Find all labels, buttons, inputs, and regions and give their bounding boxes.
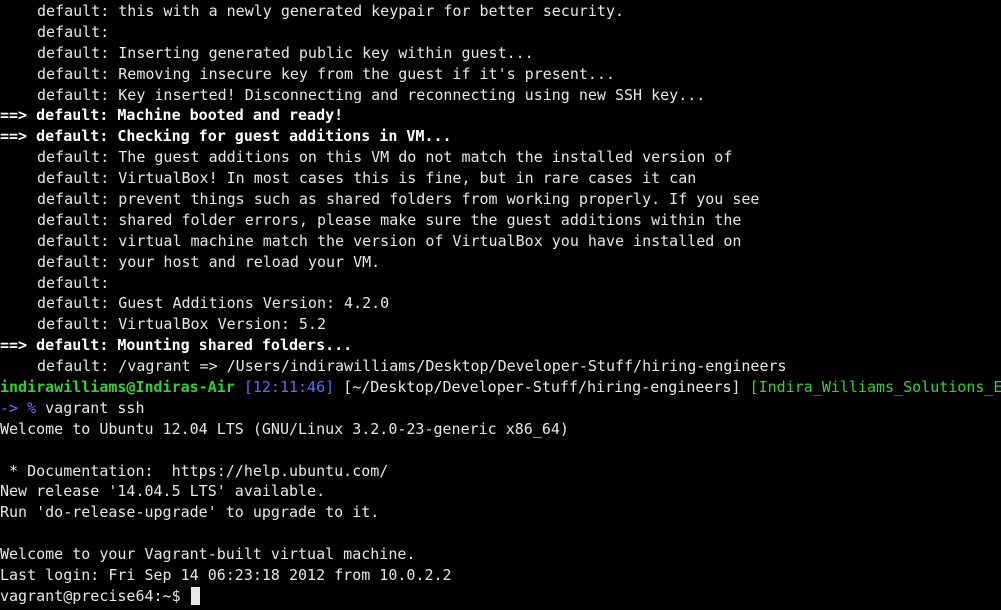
command-line: -> % vagrant ssh (0, 398, 1001, 419)
command-text: vagrant ssh (36, 398, 145, 417)
output-line: default: Inserting generated public key … (37, 43, 534, 62)
output-line: default: prevent things such as shared f… (37, 190, 760, 209)
new-release-line: New release '14.04.5 LTS' available. (0, 482, 326, 501)
documentation-line: * Documentation: https://help.ubuntu.com… (0, 461, 389, 480)
shell-prompt: indirawilliams@Indiras-Air [12:11:46] [~… (0, 377, 1001, 398)
status-line-booted: ==> default: Machine booted and ready! (0, 106, 344, 125)
output-line: default: (37, 22, 110, 41)
status-line-checking: ==> default: Checking for guest addition… (0, 127, 452, 146)
terminal-window[interactable]: default: this with a newly generated key… (0, 0, 1001, 610)
prompt-user-host: indirawilliams@Indiras-Air (0, 378, 235, 397)
arrow-marker: ==> (0, 336, 28, 355)
output-line: default: Removing insecure key from the … (37, 64, 615, 83)
status-line-mounting: ==> default: Mounting shared folders... (0, 336, 353, 355)
last-login-line: Last login: Fri Sep 14 06:23:18 2012 fro… (0, 566, 452, 585)
output-line: default: /vagrant => /Users/indirawillia… (37, 357, 787, 376)
final-prompt-text: vagrant@precise64:~$ (0, 586, 190, 605)
output-line: default: The guest additions on this VM … (37, 148, 733, 167)
prompt-time: [12:11:46] (243, 378, 335, 397)
welcome-vagrant-line: Welcome to your Vagrant-built virtual ma… (0, 545, 416, 564)
final-prompt-line[interactable]: vagrant@precise64:~$ (0, 586, 1001, 607)
welcome-line: Welcome to Ubuntu 12.04 LTS (GNU/Linux 3… (0, 419, 569, 438)
prompt-arrow: -> % (0, 398, 37, 417)
output-line: default: shared folder errors, please ma… (37, 210, 742, 229)
prompt-path: [~/Desktop/Developer-Stuff/hiring-engine… (343, 378, 741, 397)
arrow-marker: ==> (0, 127, 28, 146)
output-line: default: Guest Additions Version: 4.2.0 (37, 294, 390, 313)
output-line: default: Key inserted! Disconnecting and… (37, 85, 706, 104)
output-line: default: virtual machine match the versi… (37, 231, 742, 250)
output-line: default: VirtualBox! In most cases this … (37, 169, 697, 188)
arrow-marker: ==> (0, 106, 28, 125)
output-line: default: VirtualBox Version: 5.2 (37, 315, 326, 334)
output-line: default: this with a newly generated key… (37, 2, 625, 20)
output-line: default: (37, 273, 110, 292)
text-cursor (190, 586, 200, 605)
output-line: default: your host and reload your VM. (37, 252, 381, 271)
prompt-branch: [Indira_Williams_Solutions_E (749, 378, 1001, 397)
upgrade-line: Run 'do-release-upgrade' to upgrade to i… (0, 503, 380, 522)
